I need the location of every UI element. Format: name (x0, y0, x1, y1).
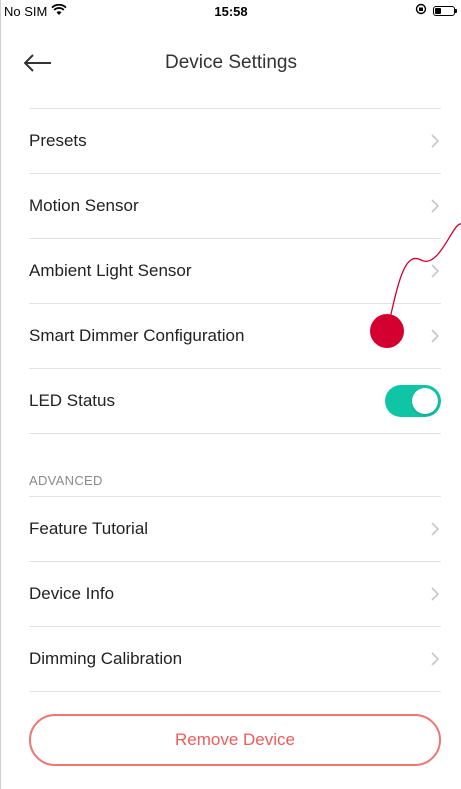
row-label: Smart Dimmer Configuration (29, 326, 245, 345)
ambient-light-sensor-row[interactable]: Ambient Light Sensor (29, 238, 441, 303)
status-bar: No SIM 15:58 (1, 0, 461, 24)
status-time: 15:58 (214, 4, 248, 19)
row-label: Dimming Calibration (29, 649, 183, 668)
row-label: Ambient Light Sensor (29, 261, 192, 280)
presets-row[interactable]: Presets (29, 108, 441, 173)
row-label: Presets (29, 131, 87, 150)
dimming-calibration-row[interactable]: Dimming Calibration (29, 626, 441, 692)
chevron-right-icon (431, 652, 440, 666)
motion-sensor-row[interactable]: Motion Sensor (29, 173, 441, 238)
device-settings-screen: No SIM 15:58 Device Settings Presets Mot… (0, 0, 461, 789)
chevron-right-icon (431, 134, 440, 148)
toggle-knob (412, 388, 438, 414)
advanced-section-header: ADVANCED (29, 433, 441, 496)
page-title: Device Settings (164, 52, 297, 73)
orientation-lock-icon (415, 3, 427, 18)
smart-dimmer-configuration-row[interactable]: Smart Dimmer Configuration (29, 303, 441, 368)
chevron-right-icon (431, 199, 440, 213)
row-label: Feature Tutorial (29, 519, 149, 538)
chevron-right-icon (431, 264, 440, 278)
row-label: Motion Sensor (29, 196, 139, 215)
row-label: Device Info (29, 584, 115, 603)
chevron-right-icon (431, 329, 440, 343)
device-info-row[interactable]: Device Info (29, 561, 441, 626)
battery-icon (433, 5, 457, 16)
remove-device-button[interactable]: Remove Device (29, 714, 441, 766)
status-right (415, 3, 457, 18)
row-label: LED Status (29, 391, 115, 410)
chevron-right-icon (431, 587, 440, 601)
led-status-row: LED Status (29, 368, 441, 433)
settings-list: Presets Motion Sensor Ambient Light Sens… (29, 108, 441, 692)
header: Device Settings (1, 24, 461, 108)
section-title: ADVANCED (29, 472, 103, 488)
led-status-toggle[interactable] (385, 385, 441, 417)
feature-tutorial-row[interactable]: Feature Tutorial (29, 496, 441, 561)
chevron-right-icon (431, 522, 440, 536)
battery-fill (435, 7, 441, 14)
